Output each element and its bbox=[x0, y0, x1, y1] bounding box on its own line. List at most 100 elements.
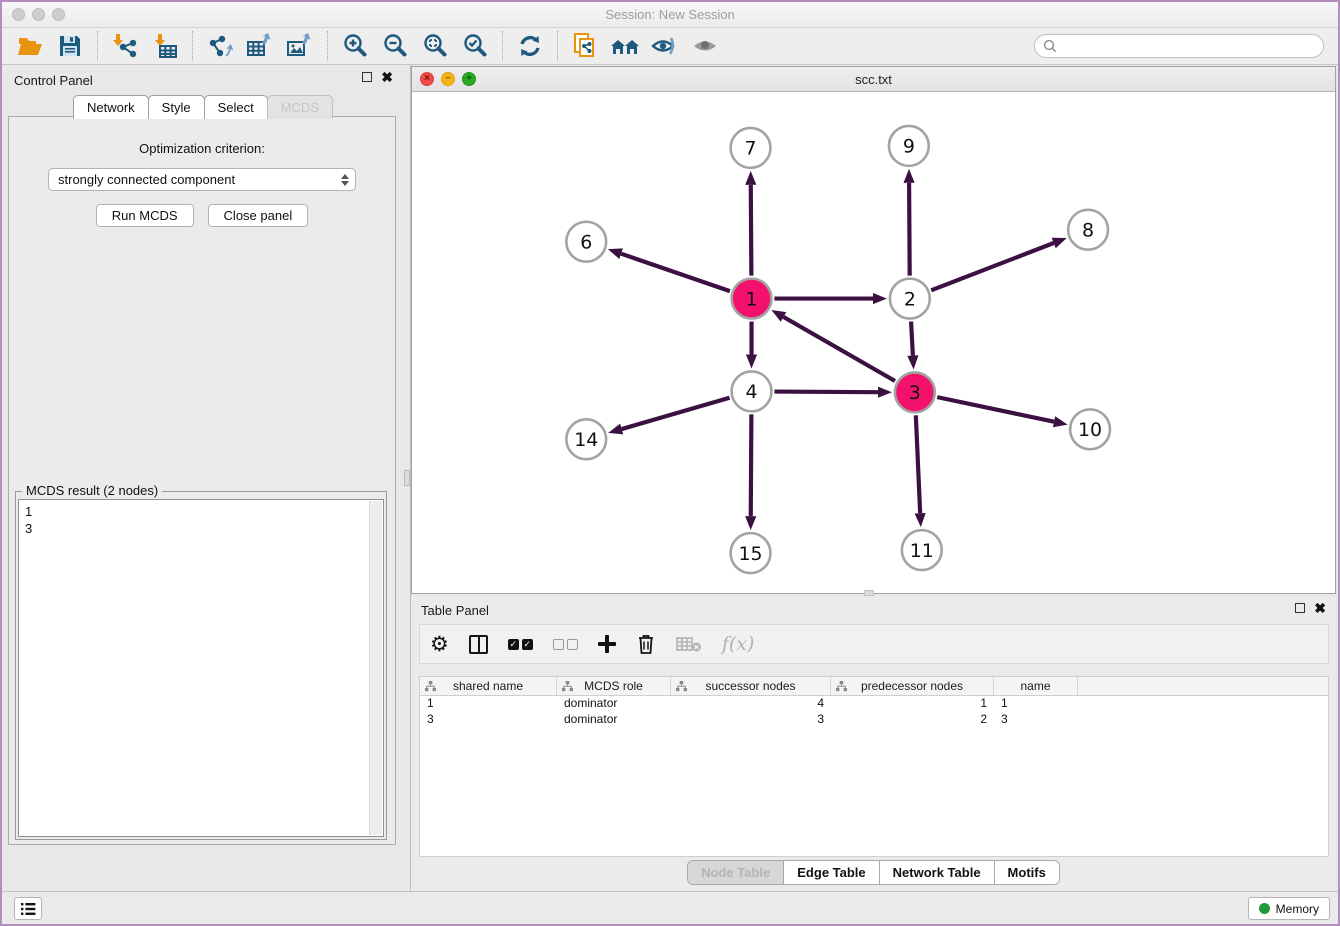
table-settings-button[interactable]: ⚙ bbox=[430, 629, 449, 659]
table-row[interactable]: 3dominator323 bbox=[420, 712, 1328, 728]
graph-node-label: 3 bbox=[909, 382, 921, 404]
duplicate-network-icon bbox=[572, 32, 598, 60]
zoom-out-button[interactable] bbox=[375, 30, 415, 62]
search-input[interactable] bbox=[1062, 39, 1315, 54]
graph-node-label: 11 bbox=[910, 540, 934, 562]
close-panel-icon[interactable]: ✖ bbox=[381, 72, 393, 82]
function-builder-button[interactable]: f(x) bbox=[722, 629, 755, 659]
column-header-predecessor-nodes[interactable]: predecessor nodes bbox=[831, 677, 994, 695]
add-column-button[interactable] bbox=[598, 629, 616, 659]
export-network-button[interactable] bbox=[200, 30, 240, 62]
run-mcds-button[interactable]: Run MCDS bbox=[96, 204, 194, 227]
deselect-all-button[interactable] bbox=[553, 629, 578, 659]
edge-arrowhead bbox=[771, 310, 786, 322]
graph-edge-4-14[interactable] bbox=[622, 398, 730, 429]
table-row[interactable]: 1dominator411 bbox=[420, 696, 1328, 712]
close-table-panel-icon[interactable]: ✖ bbox=[1314, 603, 1326, 613]
import-table-icon bbox=[152, 33, 178, 59]
toolbar-separator bbox=[327, 31, 328, 61]
table-cell: 2 bbox=[831, 712, 994, 728]
network-window: × − + scc.txt 7968124314101511 bbox=[411, 66, 1336, 594]
deselect-all-icon bbox=[553, 639, 578, 650]
open-file-button[interactable] bbox=[10, 30, 50, 62]
tab-edge-table[interactable]: Edge Table bbox=[784, 861, 879, 884]
network-window-titlebar[interactable]: × − + scc.txt bbox=[412, 67, 1335, 92]
close-panel-button[interactable]: Close panel bbox=[208, 204, 309, 227]
column-header-MCDS-role[interactable]: MCDS role bbox=[557, 677, 671, 695]
node-table[interactable]: shared nameMCDS rolesuccessor nodesprede… bbox=[419, 676, 1329, 857]
memory-status-icon bbox=[1259, 903, 1270, 914]
memory-label: Memory bbox=[1276, 902, 1319, 916]
horizontal-splitter-grip[interactable] bbox=[864, 590, 874, 596]
import-network-button[interactable] bbox=[105, 30, 145, 62]
mcds-result-box[interactable]: 1 3 bbox=[18, 499, 384, 837]
tab-mcds[interactable]: MCDS bbox=[267, 95, 333, 119]
hide-selected-button[interactable] bbox=[645, 30, 685, 62]
column-header-name[interactable]: name bbox=[994, 677, 1078, 695]
graph-edge-2-9[interactable] bbox=[909, 183, 910, 276]
graph-edge-2-8[interactable] bbox=[931, 243, 1053, 290]
memory-button[interactable]: Memory bbox=[1248, 897, 1330, 920]
graph-edge-4-15[interactable] bbox=[751, 414, 752, 516]
tab-network[interactable]: Network bbox=[73, 95, 149, 119]
mcds-tab-content: Optimization criterion: strongly connect… bbox=[8, 116, 396, 845]
fit-content-button[interactable] bbox=[415, 30, 455, 62]
edge-arrowhead bbox=[608, 424, 623, 435]
task-history-button[interactable] bbox=[14, 897, 42, 920]
save-session-button[interactable] bbox=[50, 30, 90, 62]
zoom-in-button[interactable] bbox=[335, 30, 375, 62]
mcds-result-text: 1 3 bbox=[19, 500, 383, 537]
settings-gear-icon: ⚙ bbox=[430, 632, 449, 656]
toolbar-separator bbox=[192, 31, 193, 61]
split-panel-button[interactable] bbox=[469, 629, 488, 659]
float-table-panel-icon[interactable] bbox=[1295, 603, 1305, 613]
tab-motifs[interactable]: Motifs bbox=[995, 861, 1059, 884]
split-panel-icon bbox=[469, 635, 488, 654]
network-canvas[interactable]: 7968124314101511 bbox=[412, 92, 1335, 593]
zoom-selected-button[interactable] bbox=[455, 30, 495, 62]
zoom-out-icon bbox=[382, 33, 408, 59]
first-neighbors-icon bbox=[610, 34, 640, 58]
graph-edge-3-10[interactable] bbox=[937, 397, 1054, 422]
tab-select[interactable]: Select bbox=[204, 95, 268, 119]
export-image-button[interactable] bbox=[280, 30, 320, 62]
refresh-layout-button[interactable] bbox=[510, 30, 550, 62]
graph-edge-3-11[interactable] bbox=[916, 415, 920, 513]
graph-edge-1-6[interactable] bbox=[621, 254, 730, 291]
edge-arrowhead bbox=[878, 387, 892, 398]
graph-edge-3-1[interactable] bbox=[783, 317, 894, 381]
show-all-button[interactable] bbox=[685, 30, 725, 62]
graph-node-label: 2 bbox=[904, 288, 916, 310]
edge-arrowhead bbox=[1053, 416, 1068, 427]
result-scrollbar[interactable] bbox=[369, 501, 382, 835]
trash-icon bbox=[636, 633, 656, 655]
tab-style[interactable]: Style bbox=[148, 95, 205, 119]
column-header-shared-name[interactable]: shared name bbox=[420, 677, 557, 695]
first-neighbors-button[interactable] bbox=[605, 30, 645, 62]
graph-edge-1-7[interactable] bbox=[751, 185, 752, 276]
column-header-successor-nodes[interactable]: successor nodes bbox=[671, 677, 831, 695]
graph-edge-2-3[interactable] bbox=[911, 322, 913, 356]
graph-edge-4-3[interactable] bbox=[774, 392, 878, 393]
table-cell: dominator bbox=[557, 696, 671, 712]
delete-rows-button[interactable] bbox=[636, 629, 656, 659]
tab-node-table[interactable]: Node Table bbox=[688, 861, 784, 884]
delete-table-button[interactable] bbox=[676, 629, 702, 659]
export-table-button[interactable] bbox=[240, 30, 280, 62]
float-panel-icon[interactable] bbox=[362, 72, 372, 82]
import-table-button[interactable] bbox=[145, 30, 185, 62]
control-panel: Control Panel ✖ Network Style Select MCD… bbox=[2, 65, 403, 891]
select-all-button[interactable]: ✓✓ bbox=[508, 629, 533, 659]
table-cell: 3 bbox=[420, 712, 557, 728]
duplicate-network-button[interactable] bbox=[565, 30, 605, 62]
edge-arrowhead bbox=[907, 355, 918, 369]
save-session-icon bbox=[58, 34, 82, 58]
tab-network-table[interactable]: Network Table bbox=[880, 861, 995, 884]
search-box[interactable] bbox=[1034, 34, 1324, 58]
fit-content-icon bbox=[422, 33, 448, 59]
graph-node-label: 6 bbox=[580, 232, 592, 254]
vertical-splitter[interactable] bbox=[403, 65, 411, 891]
mcds-result-group: MCDS result (2 nodes) 1 3 bbox=[15, 491, 387, 840]
optimization-criterion-select[interactable]: strongly connected component bbox=[48, 168, 356, 191]
splitter-grip[interactable] bbox=[404, 470, 410, 486]
